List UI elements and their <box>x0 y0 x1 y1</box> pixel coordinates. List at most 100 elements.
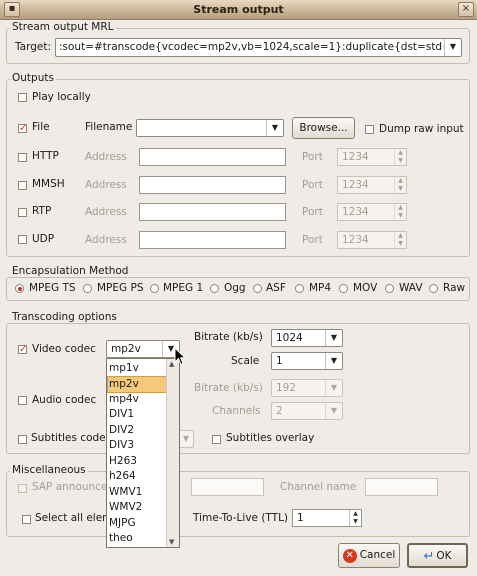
subtitles-overlay-checkbox[interactable] <box>212 435 221 444</box>
spin-down-icon[interactable]: ▼ <box>394 212 406 220</box>
browse-button[interactable]: Browse... <box>292 117 355 139</box>
ttl-value[interactable]: 1 <box>297 512 304 525</box>
chevron-down-icon[interactable]: ▼ <box>325 380 342 396</box>
audio-codec-checkbox[interactable] <box>18 396 27 405</box>
dropdown-item[interactable]: theo <box>108 531 168 546</box>
mmsh-checkbox[interactable] <box>18 181 27 190</box>
udp-checkbox[interactable] <box>18 235 27 244</box>
target-combo[interactable]: :sout=#transcode{vcodec=mp2v,vb=1024,sca… <box>55 38 462 57</box>
dropdown-item[interactable]: WMV2 <box>108 500 168 515</box>
window-menu-button[interactable]: ▪ <box>4 2 20 17</box>
chevron-down-icon[interactable]: ▼ <box>325 403 342 419</box>
radio-asf[interactable] <box>253 284 262 293</box>
dropdown-item[interactable]: DIV3 <box>108 438 168 453</box>
radio-wav[interactable] <box>385 284 394 293</box>
http-port-value[interactable]: 1234 <box>342 151 369 164</box>
play-locally-checkbox[interactable] <box>18 93 27 102</box>
mp4-label: MP4 <box>309 282 332 294</box>
video-codec-label: Video codec <box>32 343 96 355</box>
radio-raw[interactable] <box>429 284 438 293</box>
dropdown-item[interactable]: mp4v <box>108 392 168 407</box>
http-port-label: Port <box>302 151 323 163</box>
spin-up-icon[interactable]: ▲ <box>349 510 361 518</box>
dump-raw-checkbox[interactable] <box>365 125 374 134</box>
audio-bitrate-value[interactable]: 192 <box>276 382 296 395</box>
dropdown-item[interactable]: H263 <box>108 454 168 469</box>
dropdown-item[interactable]: mp1v <box>108 361 168 376</box>
wav-label: WAV <box>399 282 423 294</box>
udp-address-input[interactable] <box>139 231 286 249</box>
channels-label: Channels <box>212 405 261 417</box>
spin-down-icon[interactable]: ▼ <box>394 157 406 165</box>
select-all-label: Select all elem <box>35 512 113 524</box>
sap-group-input[interactable] <box>191 478 264 496</box>
dropdown-item[interactable]: WMV1 <box>108 485 168 500</box>
scroll-down-icon[interactable]: ▼ <box>169 538 174 546</box>
channels-combo[interactable]: 2 ▼ <box>271 402 343 420</box>
subtitles-codec-checkbox[interactable] <box>18 435 27 444</box>
radio-mov[interactable] <box>339 284 348 293</box>
spin-down-icon[interactable]: ▼ <box>394 185 406 193</box>
udp-port-spinner[interactable]: 1234 ▲ ▼ <box>337 231 407 249</box>
spin-up-icon[interactable]: ▲ <box>394 232 406 240</box>
radio-ogg[interactable] <box>210 284 219 293</box>
mmsh-address-input[interactable] <box>139 176 286 194</box>
chevron-down-icon[interactable]: ▼ <box>179 431 193 447</box>
mmsh-port-value[interactable]: 1234 <box>342 179 369 192</box>
video-codec-value[interactable]: mp2v <box>111 343 141 356</box>
chevron-down-icon[interactable]: ▼ <box>266 120 283 136</box>
radio-mp4[interactable] <box>295 284 304 293</box>
channels-value[interactable]: 2 <box>276 405 283 418</box>
chevron-down-icon[interactable]: ▼ <box>325 330 342 346</box>
video-bitrate-value[interactable]: 1024 <box>276 332 303 345</box>
rtp-address-label: Address <box>85 206 127 218</box>
rtp-port-spinner[interactable]: 1234 ▲ ▼ <box>337 203 407 221</box>
sap-checkbox[interactable] <box>18 484 27 493</box>
select-all-checkbox[interactable] <box>22 515 31 524</box>
dropdown-item[interactable]: h264 <box>108 469 168 484</box>
ok-button[interactable]: ↵ OK <box>407 543 468 568</box>
video-bitrate-combo[interactable]: 1024 ▼ <box>271 329 343 347</box>
audio-bitrate-combo[interactable]: 192 ▼ <box>271 379 343 397</box>
filename-combo[interactable]: ▼ <box>136 119 284 137</box>
video-codec-dropdown[interactable]: mp1v mp2v mp4v DIV1 DIV2 DIV3 H263 h264 … <box>106 358 180 548</box>
http-address-input[interactable] <box>139 148 286 166</box>
video-codec-combo[interactable]: mp2v ▼ <box>106 340 180 358</box>
udp-port-value[interactable]: 1234 <box>342 234 369 247</box>
dropdown-item[interactable]: DIV1 <box>108 407 168 422</box>
dropdown-item[interactable]: MJPG <box>108 516 168 531</box>
spin-down-icon[interactable]: ▼ <box>394 240 406 248</box>
rtp-address-input[interactable] <box>139 203 286 221</box>
spin-up-icon[interactable]: ▲ <box>394 204 406 212</box>
window-titlebar: Stream output <box>0 0 477 20</box>
rtp-checkbox[interactable] <box>18 208 27 217</box>
http-checkbox[interactable] <box>18 153 27 162</box>
mmsh-port-spinner[interactable]: 1234 ▲ ▼ <box>337 176 407 194</box>
dropdown-item[interactable]: mp2v <box>107 376 169 393</box>
spin-down-icon[interactable]: ▼ <box>349 518 361 526</box>
spin-up-icon[interactable]: ▲ <box>394 177 406 185</box>
cancel-button[interactable]: ✕ Cancel <box>338 543 400 568</box>
dropdown-item[interactable]: DIV2 <box>108 423 168 438</box>
cancel-label: Cancel <box>359 549 396 561</box>
subtitles-codec-combo[interactable]: ▼ <box>178 430 194 448</box>
radio-mpeg-ps[interactable] <box>83 284 92 293</box>
video-codec-checkbox[interactable]: ✓ <box>18 345 27 355</box>
close-icon[interactable]: × <box>458 2 474 17</box>
ttl-spinner[interactable]: 1 ▲ ▼ <box>292 509 362 527</box>
chevron-down-icon[interactable]: ▼ <box>444 39 461 56</box>
rtp-port-value[interactable]: 1234 <box>342 206 369 219</box>
mmsh-label: MMSH <box>32 178 65 190</box>
dropdown-scrollbar[interactable]: ▲ ▼ <box>166 359 179 547</box>
scale-combo[interactable]: 1 ▼ <box>271 352 343 370</box>
http-label: HTTP <box>32 150 59 162</box>
radio-mpeg-ts[interactable] <box>15 284 24 293</box>
radio-mpeg-1[interactable] <box>150 284 159 293</box>
channel-name-input[interactable] <box>365 478 438 496</box>
chevron-down-icon[interactable]: ▼ <box>325 353 342 369</box>
spin-up-icon[interactable]: ▲ <box>394 149 406 157</box>
http-port-spinner[interactable]: 1234 ▲ ▼ <box>337 148 407 166</box>
file-checkbox[interactable]: ✓ <box>18 124 27 134</box>
target-value[interactable]: :sout=#transcode{vcodec=mp2v,vb=1024,sca… <box>59 41 461 54</box>
scale-value[interactable]: 1 <box>276 355 283 368</box>
